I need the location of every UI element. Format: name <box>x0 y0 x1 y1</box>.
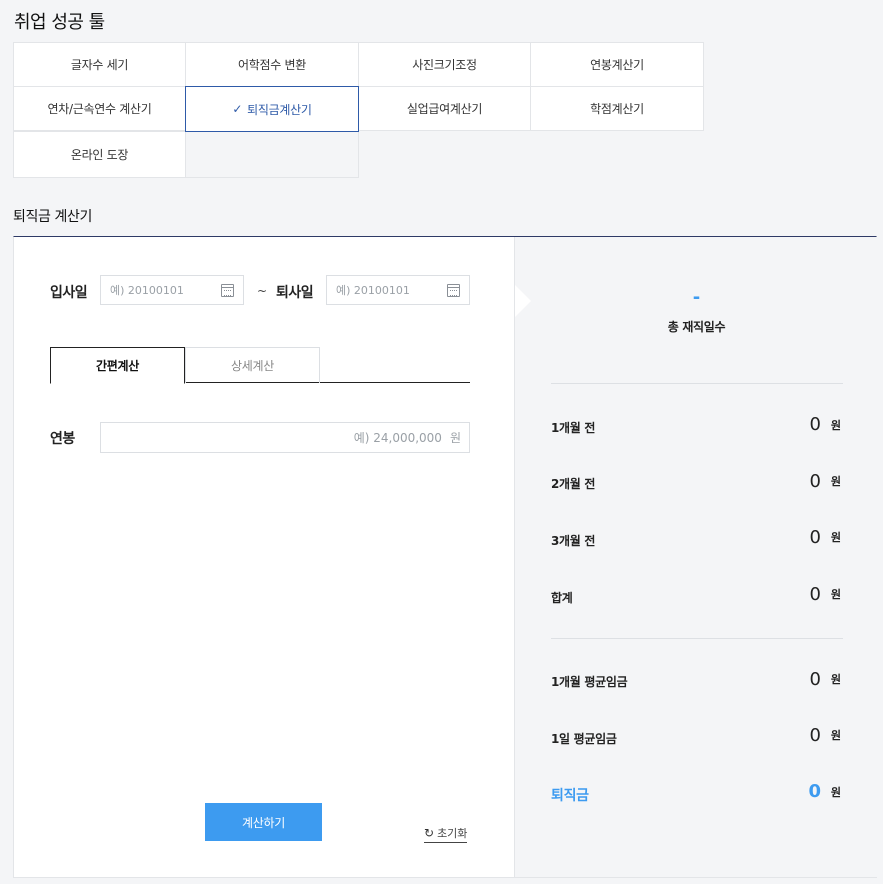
salary-input[interactable]: 예) 24,000,000 원 <box>100 422 470 453</box>
salary-placeholder: 예) 24,000,000 <box>353 431 442 445</box>
tool-photo-resize[interactable]: 사진크기조정 <box>358 42 531 87</box>
end-date-placeholder: 예) 20100101 <box>336 284 410 297</box>
tool-salary-calculator[interactable]: 연봉계산기 <box>530 42 704 87</box>
result-value-3-month: 0 <box>809 527 821 548</box>
reset-label: 초기화 <box>437 827 468 840</box>
result-label-daily-avg: 1일 평균임금 <box>551 732 617 746</box>
tool-label: 사진크기조정 <box>412 58 477 72</box>
calculate-button[interactable]: 계산하기 <box>205 803 322 841</box>
salary-unit: 원 <box>449 431 461 445</box>
tool-label: 글자수 세기 <box>70 58 129 72</box>
severance-calculator-panel: 입사일 예) 20100101 ~ 퇴사일 예) 20100101 간편계산 상… <box>13 236 877 878</box>
tool-label: 실업급여계산기 <box>406 102 483 116</box>
tool-language-score[interactable]: 어학점수 변환 <box>185 42 359 87</box>
total-days-label: 총 재직일수 <box>667 320 726 334</box>
tool-label: 온라인 도장 <box>70 148 129 162</box>
page-title: 취업 성공 툴 <box>14 12 105 33</box>
tool-word-count[interactable]: 글자수 세기 <box>13 42 186 87</box>
result-unit: 원 <box>830 419 841 432</box>
tool-label: 퇴직금계산기 <box>247 102 312 117</box>
input-pane: 입사일 예) 20100101 ~ 퇴사일 예) 20100101 간편계산 상… <box>14 237 514 877</box>
section-title: 퇴직금 계산기 <box>13 209 92 225</box>
result-label-1-month: 1개월 전 <box>551 421 596 435</box>
tool-gpa-calculator[interactable]: 학점계산기 <box>530 86 704 131</box>
date-range-separator: ~ <box>257 284 268 298</box>
result-pane: - 총 재직일수 1개월 전 0 원 2개월 전 0 원 3개월 전 0 원 합… <box>514 237 877 877</box>
result-unit: 원 <box>830 531 841 544</box>
tool-severance-calculator[interactable]: ✓ 퇴직금계산기 <box>185 86 359 132</box>
result-value-sum: 0 <box>809 584 821 605</box>
result-label-sum: 합계 <box>551 591 573 605</box>
result-unit: 원 <box>830 588 841 601</box>
reset-link[interactable]: ↻ 초기화 <box>424 825 468 843</box>
tool-label: 연봉계산기 <box>590 58 644 72</box>
tool-unemployment-calculator[interactable]: 실업급여계산기 <box>358 86 531 131</box>
tool-empty-slot <box>185 131 359 178</box>
result-value-daily-avg: 0 <box>809 725 821 746</box>
result-unit: 원 <box>830 786 841 799</box>
refresh-icon: ↻ <box>424 826 435 840</box>
tool-label: 어학점수 변환 <box>238 58 306 72</box>
tools-grid: 글자수 세기 어학점수 변환 사진크기조정 연봉계산기 연차/근속연수 계산기 … <box>13 42 877 178</box>
salary-label: 연봉 <box>50 431 75 447</box>
divider <box>551 638 843 639</box>
result-value-2-month: 0 <box>809 471 821 492</box>
result-unit: 원 <box>830 673 841 686</box>
start-date-input[interactable]: 예) 20100101 <box>100 275 244 305</box>
tool-annual-leave-calculator[interactable]: 연차/근속연수 계산기 <box>13 86 186 131</box>
calendar-icon[interactable] <box>221 284 234 297</box>
result-label-monthly-avg: 1개월 평균임금 <box>551 675 628 689</box>
tab-detailed[interactable]: 상세계산 <box>185 347 320 383</box>
result-label-3-month: 3개월 전 <box>551 534 596 548</box>
tool-label: 연차/근속연수 계산기 <box>47 102 152 116</box>
result-unit: 원 <box>830 475 841 488</box>
calc-mode-tabs: 간편계산 상세계산 <box>50 347 470 384</box>
result-value-1-month: 0 <box>809 414 821 435</box>
divider <box>551 383 843 384</box>
tab-simple[interactable]: 간편계산 <box>50 347 185 384</box>
result-label-severance: 퇴직금 <box>551 788 589 804</box>
result-unit: 원 <box>830 729 841 742</box>
calendar-icon[interactable] <box>447 284 460 297</box>
result-value-monthly-avg: 0 <box>809 669 821 690</box>
result-label-2-month: 2개월 전 <box>551 477 596 491</box>
start-date-placeholder: 예) 20100101 <box>110 284 184 297</box>
end-date-label: 퇴사일 <box>276 285 314 301</box>
end-date-input[interactable]: 예) 20100101 <box>326 275 470 305</box>
total-days-value: - <box>692 287 701 308</box>
tool-online-stamp[interactable]: 온라인 도장 <box>13 131 186 178</box>
check-icon: ✓ <box>232 102 243 116</box>
result-value-severance: 0 <box>808 781 821 802</box>
tool-label: 학점계산기 <box>590 102 644 116</box>
start-date-label: 입사일 <box>50 285 88 301</box>
